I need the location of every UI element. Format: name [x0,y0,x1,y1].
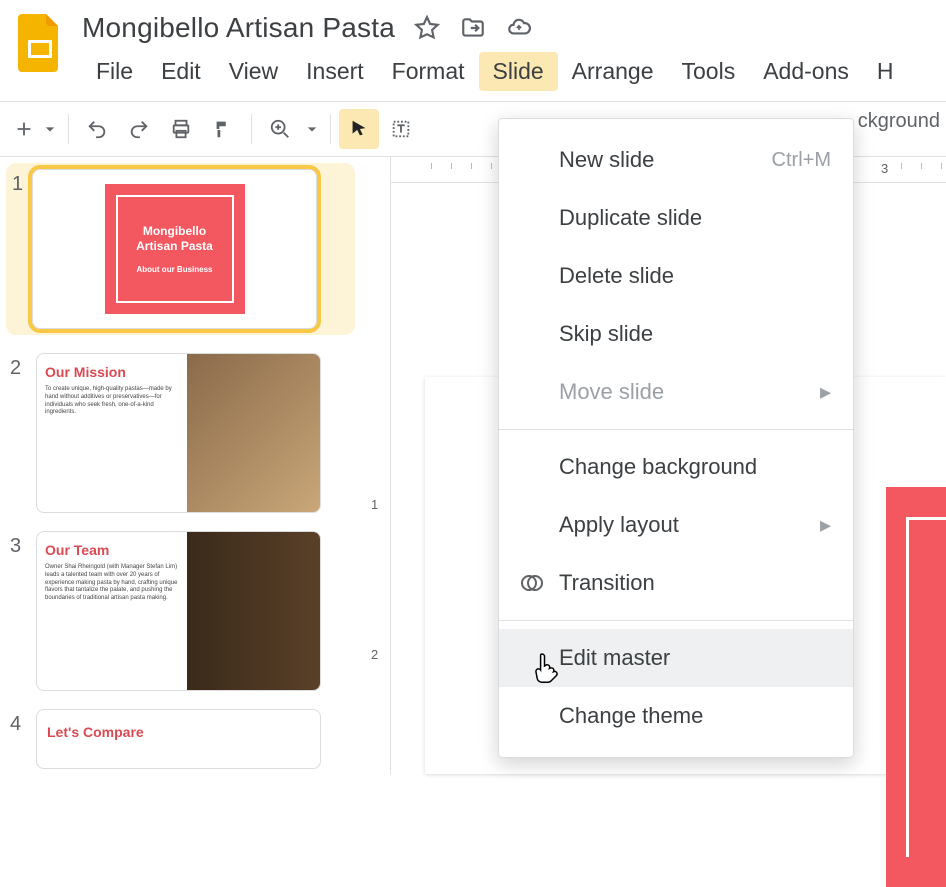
menu-label: Duplicate slide [559,205,702,231]
slide-thumb-1[interactable]: 1 Mongibello Artisan Pasta About our Bus… [6,163,355,335]
submenu-arrow-icon: ▸ [820,512,831,538]
menu-shortcut: Ctrl+M [772,149,831,172]
title-row: Mongibello Artisan Pasta [82,12,930,44]
menu-view[interactable]: View [215,52,292,91]
background-label-partial: ckground [858,110,940,133]
toolbar-separator [330,114,331,144]
menu-file[interactable]: File [82,52,147,91]
move-folder-icon[interactable] [459,14,487,42]
menu-label: Change theme [559,703,703,729]
menu-arrange[interactable]: Arrange [558,52,668,91]
menu-apply-layout[interactable]: Apply layout ▸ [499,496,853,554]
slide-thumbnail[interactable]: Our Mission To create unique, high-quali… [36,353,321,513]
slide-thumbnail[interactable]: Mongibello Artisan Pasta About our Busin… [32,169,317,329]
menu-label: Move slide [559,379,664,405]
menu-label: Skip slide [559,321,653,347]
slide-thumb-2[interactable]: 2 Our Mission To create unique, high-qua… [10,353,355,513]
undo-button[interactable] [77,109,117,149]
cloud-sync-icon[interactable] [505,14,533,42]
menu-skip-slide[interactable]: Skip slide [499,305,853,363]
slide-number: 2 [10,353,36,380]
menubar: File Edit View Insert Format Slide Arran… [82,52,930,91]
menu-slide[interactable]: Slide [479,52,558,91]
print-button[interactable] [161,109,201,149]
thumbnail-heading: Our Team [45,542,179,558]
slide-thumb-4[interactable]: 4 Let's Compare [10,709,355,769]
textbox-tool[interactable] [381,109,421,149]
select-tool[interactable] [339,109,379,149]
transition-icon [519,570,545,596]
menu-help[interactable]: H [863,52,908,91]
menu-label: Transition [559,570,655,596]
thumbnail-heading: Our Mission [45,364,179,380]
zoom-button[interactable] [260,109,300,149]
slide-content-border [906,517,946,857]
menu-move-slide: Move slide ▸ [499,363,853,421]
menu-label: Apply layout [559,512,679,538]
title-area: Mongibello Artisan Pasta File Edit View … [82,12,930,91]
slide-number: 1 [6,169,32,196]
pointer-cursor-icon [530,650,564,695]
menu-change-background[interactable]: Change background [499,438,853,496]
slide-number: 3 [10,531,36,558]
menu-duplicate-slide[interactable]: Duplicate slide [499,189,853,247]
paint-format-button[interactable] [203,109,243,149]
vertical-ruler: 1 2 [365,157,391,774]
menu-new-slide[interactable]: New slide Ctrl+M [499,131,853,189]
menu-edit[interactable]: Edit [147,52,215,91]
thumbnail-subtitle: About our Business [136,265,212,274]
submenu-arrow-icon: ▸ [820,379,831,405]
menu-delete-slide[interactable]: Delete slide [499,247,853,305]
thumbnail-title: Mongibello Artisan Pasta [124,224,226,253]
menu-addons[interactable]: Add-ons [749,52,863,91]
menu-tools[interactable]: Tools [668,52,750,91]
slide-panel: 1 Mongibello Artisan Pasta About our Bus… [0,157,365,774]
thumbnail-body: Owner Shai Rheingold (with Manager Stefa… [45,564,179,603]
slide-thumbnail[interactable]: Let's Compare [36,709,321,769]
new-slide-dropdown[interactable] [40,109,60,149]
redo-button[interactable] [119,109,159,149]
star-icon[interactable] [413,14,441,42]
ruler-label: 3 [881,161,888,176]
slides-logo[interactable] [16,12,64,72]
slide-thumb-3[interactable]: 3 Our Team Owner Shai Rheingold (with Ma… [10,531,355,691]
slide-number: 4 [10,709,36,736]
thumbnail-body: To create unique, high-quality pastas—ma… [45,386,179,417]
menu-insert[interactable]: Insert [292,52,378,91]
toolbar-separator [251,114,252,144]
slide-thumbnail[interactable]: Our Team Owner Shai Rheingold (with Mana… [36,531,321,691]
menu-separator [499,429,853,430]
thumbnail-content: Mongibello Artisan Pasta About our Busin… [105,184,245,314]
menu-transition[interactable]: Transition [499,554,853,612]
menu-change-theme[interactable]: Change theme [499,687,853,745]
zoom-dropdown[interactable] [302,109,322,149]
thumbnail-image [187,532,321,690]
menu-label: Delete slide [559,263,674,289]
thumbnail-image [187,354,321,512]
thumbnail-heading: Let's Compare [47,724,310,740]
menu-label: Edit master [559,645,670,671]
new-slide-button[interactable] [10,109,38,149]
menu-format[interactable]: Format [378,52,479,91]
menu-separator [499,620,853,621]
menu-label: Change background [559,454,757,480]
app-header: Mongibello Artisan Pasta File Edit View … [0,0,946,91]
toolbar-separator [68,114,69,144]
menu-label: New slide [559,147,654,173]
doc-title[interactable]: Mongibello Artisan Pasta [82,12,395,44]
